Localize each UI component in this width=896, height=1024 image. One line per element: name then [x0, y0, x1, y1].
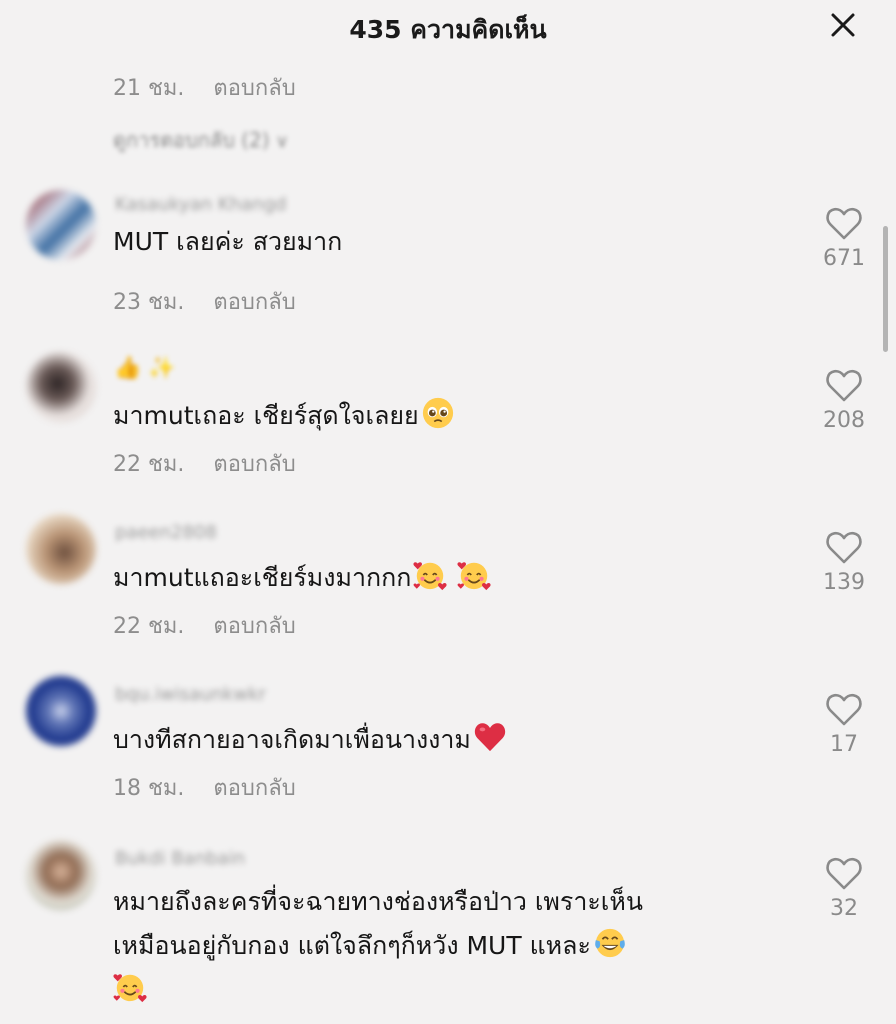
username[interactable]: Kasaukyan Khangd [115, 194, 286, 215]
heart-icon[interactable] [824, 204, 864, 242]
comment-text: MUT เลยค่ะ สวยมาก [113, 220, 773, 264]
reply-button[interactable]: ตอบกลับ [213, 76, 295, 101]
pleading-face-emoji [421, 396, 455, 430]
comment-text-content: MUT เลยค่ะ สวยมาก [113, 227, 343, 256]
comment-time: 23 ชม. [113, 290, 185, 315]
scrollbar[interactable] [883, 226, 888, 352]
heart-icon[interactable] [824, 690, 864, 728]
username[interactable]: Bukdi Banbain [115, 848, 245, 869]
heart-icon[interactable] [824, 366, 864, 404]
red-heart-emoji [473, 720, 507, 754]
comment-time: 22 ชม. [113, 614, 185, 639]
face-with-tears-of-joy-emoji [593, 926, 627, 960]
reply-button[interactable]: ตอบกลับ [213, 290, 295, 315]
heart-icon[interactable] [824, 854, 864, 892]
view-replies-label: ดูการตอบกลับ (2) [113, 128, 270, 152]
comment-text-line: เหมือนอยู่กับกอง แต่ใจลึกๆก็หวัง MUT แหล… [113, 924, 773, 968]
comment-text-content: เหมือนอยู่กับกอง แต่ใจลึกๆก็หวัง MUT แหล… [113, 931, 591, 960]
comment-time: 21 ชม. [113, 76, 185, 101]
reply-button[interactable]: ตอบกลับ [213, 452, 295, 477]
username[interactable]: paeen2808 [115, 522, 217, 543]
reply-button[interactable]: ตอบกลับ [213, 614, 295, 639]
like-count: 208 [823, 408, 865, 433]
comment-time: 22 ชม. [113, 452, 185, 477]
comment-text: มาmutแถอะเชียร์มงมากกก [113, 556, 773, 600]
chevron-down-icon: ∨ [275, 131, 289, 152]
comments-header: 435 ความคิดเห็น [0, 0, 896, 56]
avatar[interactable] [26, 676, 96, 746]
like-count: 671 [823, 246, 865, 271]
previous-comment-meta: 21 ชม. ตอบกลับ [113, 70, 296, 105]
like-button[interactable]: 139 [804, 528, 884, 595]
smiling-face-with-hearts-emoji [413, 558, 447, 592]
comment-text: มาmutเถอะ เชียร์สุดใจเลยย [113, 394, 773, 438]
like-button[interactable]: 208 [804, 366, 884, 433]
smiling-face-with-hearts-emoji [113, 970, 147, 1004]
comment-meta: 22 ชม. ตอบกลับ [113, 608, 296, 643]
comment-meta: 23 ชม. ตอบกลับ [113, 284, 296, 319]
like-count: 32 [830, 896, 858, 921]
comment-time: 18 ชม. [113, 776, 185, 801]
username[interactable]: bqu.iwisaunkwkr [115, 684, 266, 705]
like-count: 139 [823, 570, 865, 595]
avatar[interactable] [26, 190, 96, 260]
close-icon[interactable] [830, 12, 856, 38]
username[interactable]: 👍 ✨ [114, 356, 176, 381]
avatar[interactable] [26, 352, 96, 422]
heart-icon[interactable] [824, 528, 864, 566]
comment-text-content: มาmutเถอะ เชียร์สุดใจเลยย [113, 401, 419, 430]
smiling-face-with-hearts-emoji [457, 558, 491, 592]
comment-text-content: บางทีสกายอาจเกิดมาเพื่อนางงาม [113, 725, 471, 754]
page-title: 435 ความคิดเห็น [349, 15, 547, 44]
comment-meta: 22 ชม. ตอบกลับ [113, 446, 296, 481]
view-replies-button[interactable]: ดูการตอบกลับ (2) ∨ [113, 124, 289, 156]
comment-meta: 18 ชม. ตอบกลับ [113, 770, 296, 805]
reply-button[interactable]: ตอบกลับ [213, 776, 295, 801]
comment-text-content: มาmutแถอะเชียร์มงมากกก [113, 563, 412, 592]
comment-text-line [113, 968, 773, 1012]
comment-text: บางทีสกายอาจเกิดมาเพื่อนางงาม [113, 718, 773, 762]
comment-text-line: หมายถึงละครที่จะฉายทางช่องหรือป่าว เพราะ… [113, 887, 643, 916]
avatar[interactable] [26, 514, 96, 584]
like-button[interactable]: 32 [804, 854, 884, 921]
like-button[interactable]: 17 [804, 690, 884, 757]
avatar[interactable] [26, 840, 96, 910]
comment-text: หมายถึงละครที่จะฉายทางช่องหรือป่าว เพราะ… [113, 880, 773, 1012]
like-button[interactable]: 671 [804, 204, 884, 271]
like-count: 17 [830, 732, 858, 757]
